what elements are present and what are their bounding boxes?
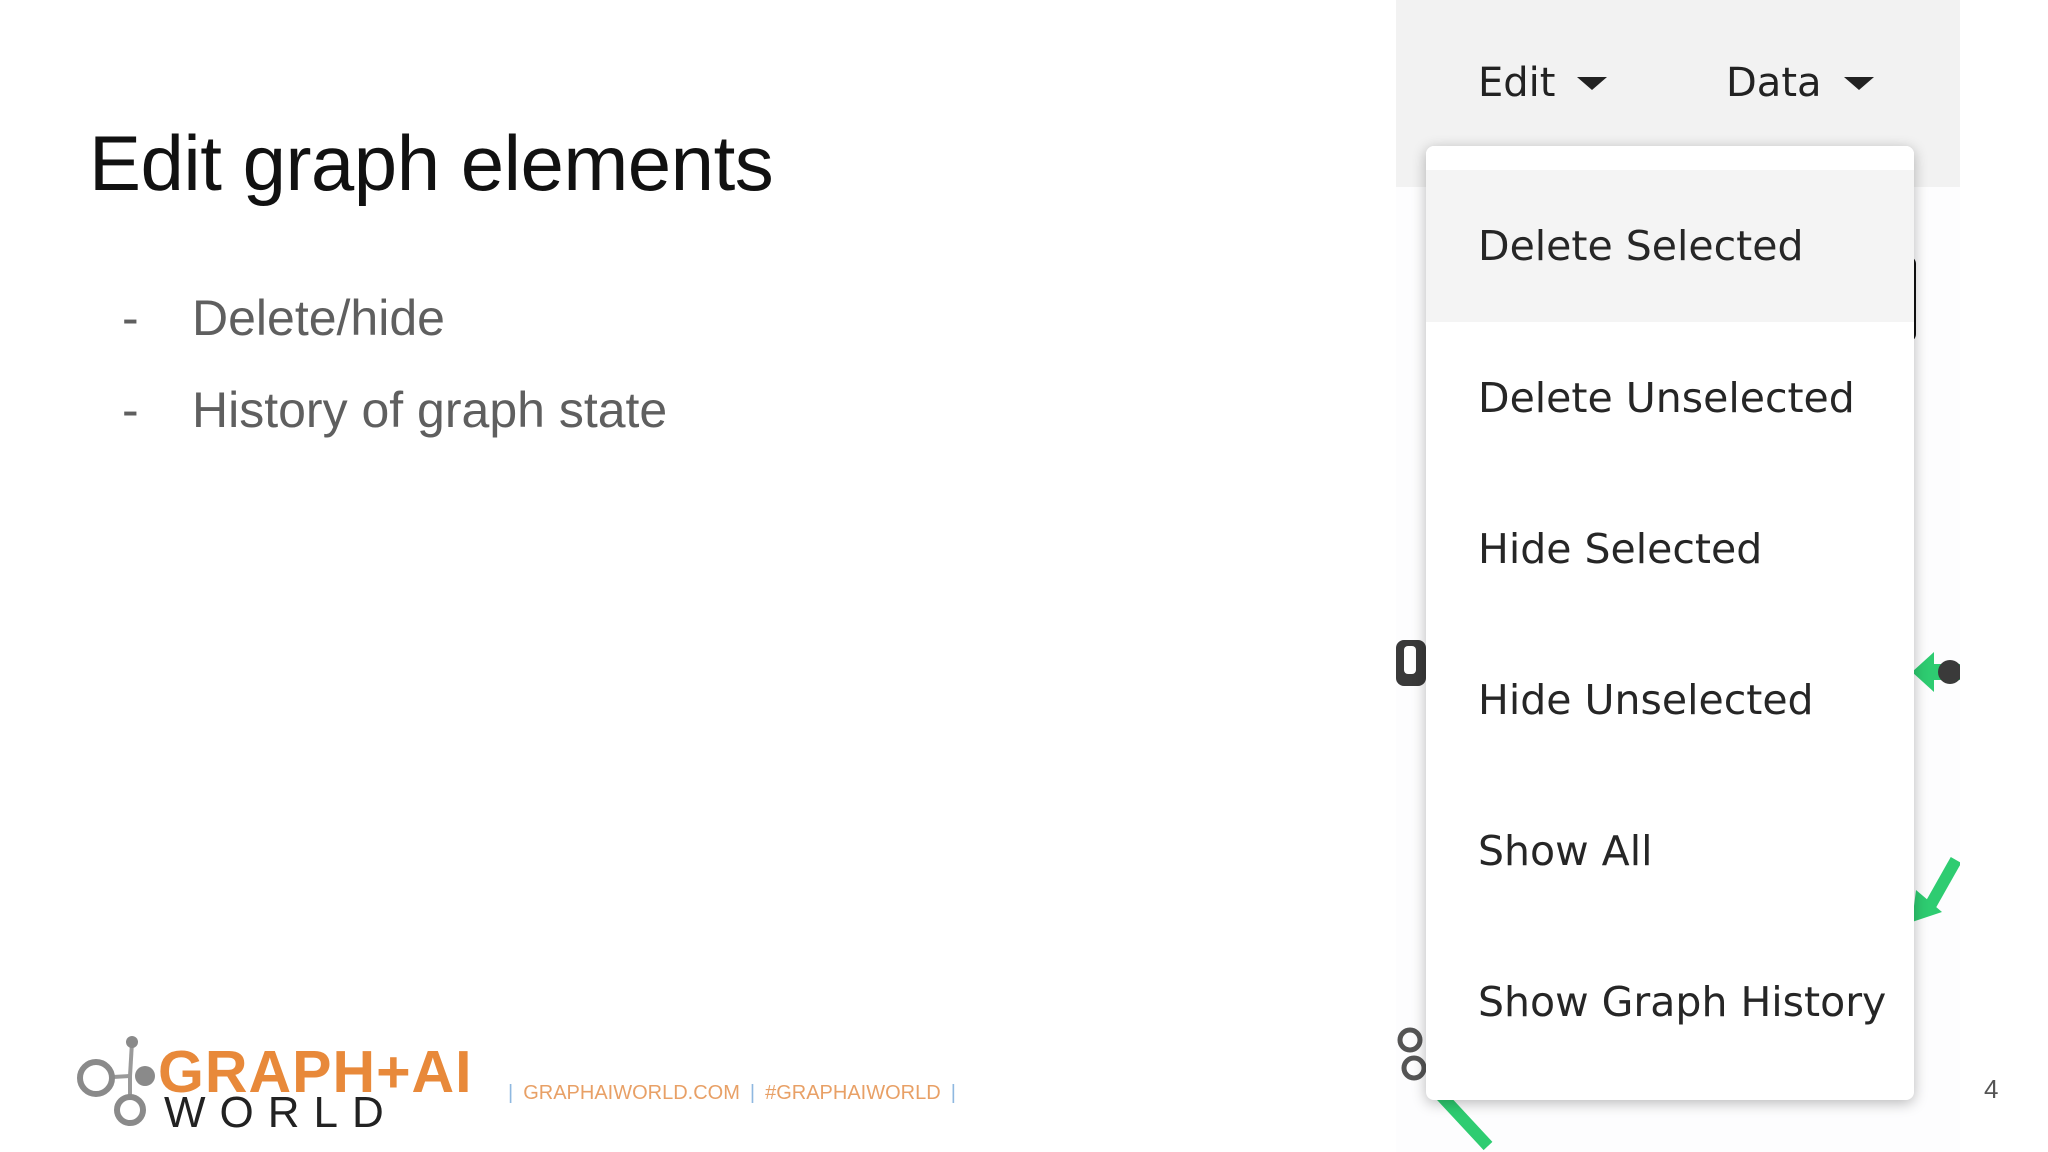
- footer-separator: |: [508, 1082, 514, 1104]
- menu-item-label: Hide Unselected: [1478, 675, 1814, 724]
- bullet-list: - Delete/hide - History of graph state: [122, 272, 667, 456]
- bullet-marker: -: [122, 382, 139, 438]
- bullet-text: History of graph state: [192, 382, 668, 438]
- menu-item-label: Show Graph History: [1478, 977, 1887, 1026]
- menu-top-padding: [1426, 146, 1914, 170]
- menu-item-label: Delete Selected: [1478, 222, 1804, 270]
- data-menu-label: Data: [1726, 60, 1822, 106]
- footer-separator: |: [749, 1082, 756, 1104]
- menu-item-hide-selected[interactable]: Hide Selected: [1426, 473, 1914, 624]
- menu-item-delete-selected[interactable]: Delete Selected: [1426, 170, 1914, 322]
- page-number: 4: [1984, 1074, 1999, 1104]
- bullet-item: - History of graph state: [122, 364, 667, 456]
- caret-down-icon: [1843, 76, 1874, 90]
- edit-dropdown-menu: Delete Selected Delete Unselected Hide S…: [1426, 146, 1914, 1100]
- footer-separator: |: [950, 1082, 956, 1104]
- graph-ai-world-logo: GRAPH+AI WORLD: [70, 1030, 480, 1140]
- bullet-marker: -: [122, 290, 139, 346]
- footer-hashtag: #GRAPHAIWORLD: [765, 1082, 941, 1104]
- edit-menu-button[interactable]: Edit: [1478, 60, 1608, 106]
- bullet-text: Delete/hide: [192, 290, 445, 346]
- menu-item-show-graph-history[interactable]: Show Graph History: [1426, 926, 1914, 1077]
- slide-title: Edit graph elements: [89, 119, 774, 207]
- logo-wordmark-bottom: WORLD: [164, 1088, 398, 1137]
- data-menu-button[interactable]: Data: [1726, 60, 1874, 106]
- menu-item-label: Show All: [1478, 826, 1653, 875]
- green-arrow-icon: [1912, 857, 1960, 922]
- menu-item-delete-unselected[interactable]: Delete Unselected: [1426, 322, 1914, 473]
- bullet-item: - Delete/hide: [122, 272, 667, 364]
- footer-site-link[interactable]: GRAPHAIWORLD.COM: [523, 1082, 740, 1105]
- menu-item-label: Hide Selected: [1478, 524, 1763, 573]
- green-arrow-icon: [1912, 652, 1960, 692]
- menu-item-hide-unselected[interactable]: Hide Unselected: [1426, 624, 1914, 775]
- caret-down-icon: [1577, 76, 1608, 90]
- logo-nodes-icon: [77, 1036, 155, 1126]
- menu-item-show-all[interactable]: Show All: [1426, 775, 1914, 926]
- edit-menu-label: Edit: [1478, 60, 1556, 106]
- footer-links: | GRAPHAIWORLD.COM | #GRAPHAIWORLD |: [508, 1082, 956, 1105]
- app-screenshot: Edit Data Delete Selected Delete Unselec…: [1396, 0, 1960, 1152]
- menu-item-label: Delete Unselected: [1478, 373, 1855, 422]
